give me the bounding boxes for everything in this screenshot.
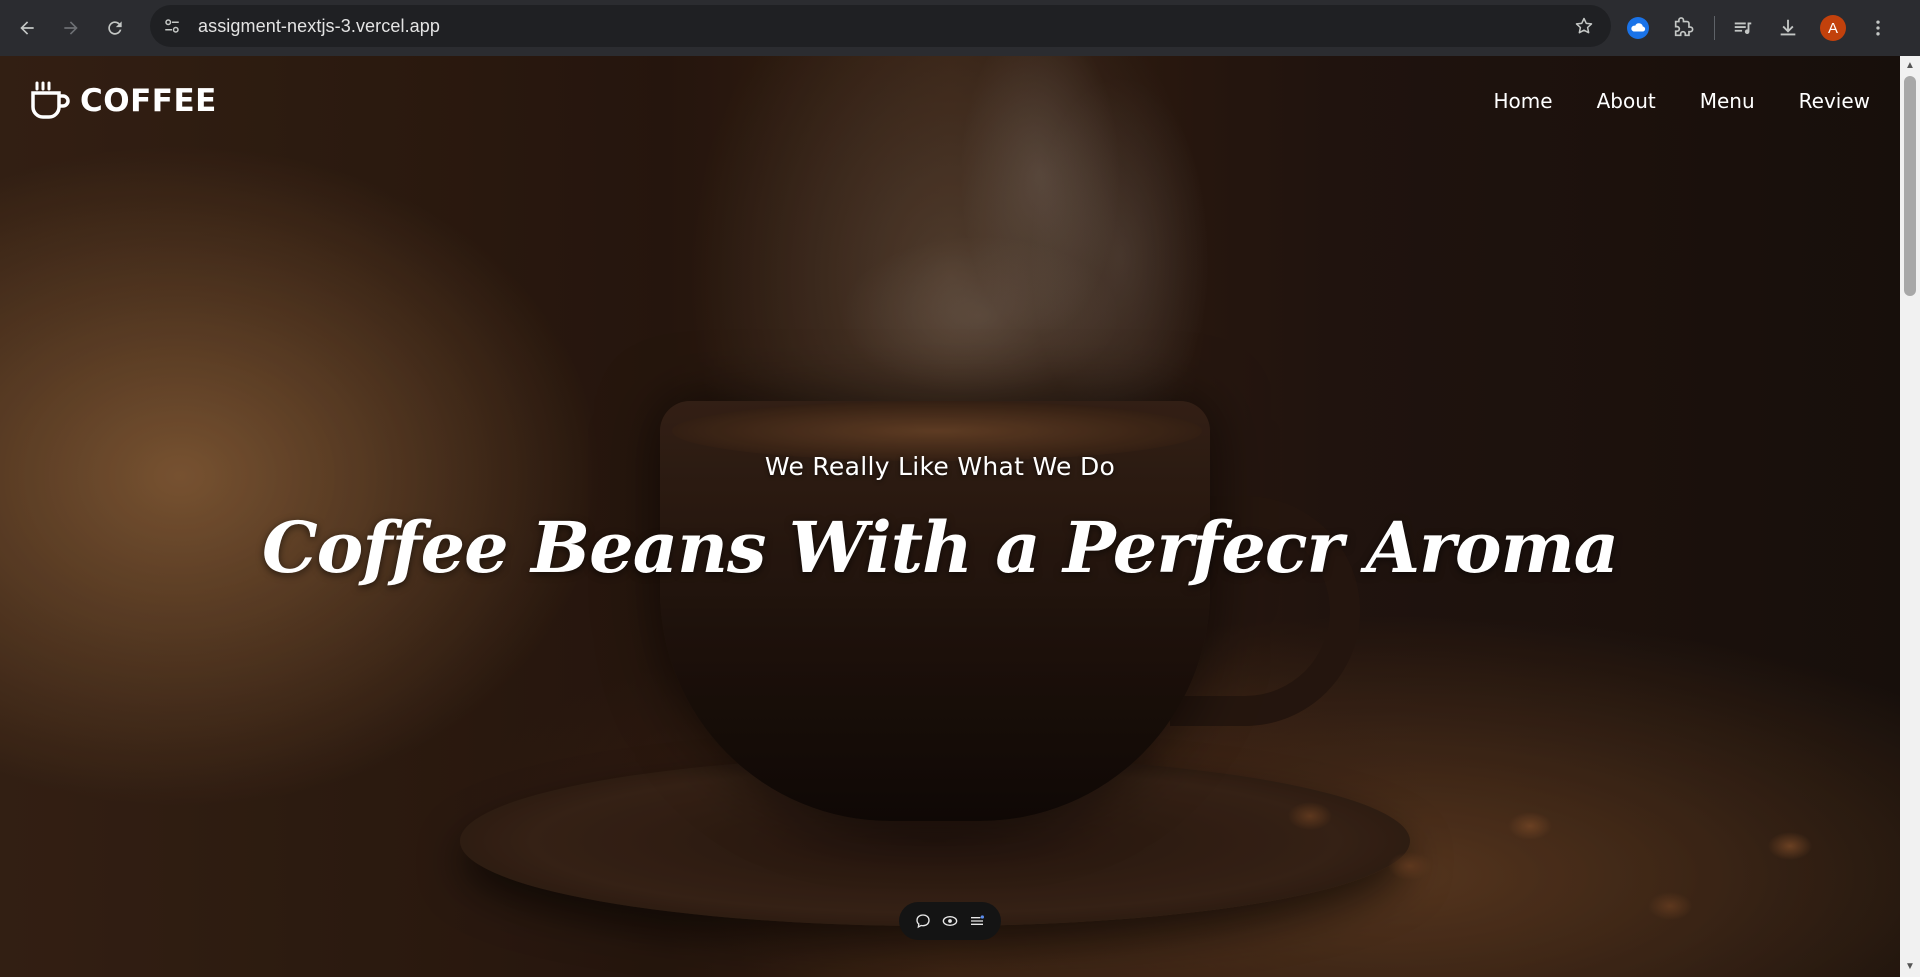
comment-button[interactable]	[912, 910, 934, 932]
downloads-button[interactable]	[1770, 10, 1806, 46]
eye-icon	[942, 916, 958, 926]
cloud-upload-icon	[1627, 17, 1649, 39]
toolbar-divider	[1714, 16, 1715, 40]
comment-icon	[915, 914, 930, 929]
back-button[interactable]	[10, 11, 44, 45]
tune-icon	[165, 19, 179, 33]
floating-toolbar	[899, 902, 1001, 940]
preview-button[interactable]	[939, 910, 961, 932]
site-header: COFFEE Home About Menu Review	[0, 56, 1900, 146]
reload-button[interactable]	[98, 11, 132, 45]
star-icon	[1575, 17, 1593, 34]
list-menu-icon	[971, 915, 985, 925]
kebab-menu-icon	[1876, 20, 1880, 36]
scroll-down-arrow-icon[interactable]: ▼	[1904, 961, 1916, 973]
page-scrollbar[interactable]: ▲ ▼	[1900, 56, 1920, 977]
hero-title: Coffee Beans With a Perfecr Aroma	[261, 506, 1619, 589]
url-text[interactable]: assigment-nextjs-3.vercel.app	[198, 16, 440, 37]
logo-text: COFFEE	[80, 83, 217, 119]
menu-list-button[interactable]	[966, 910, 988, 932]
toolbar-actions: A	[1620, 0, 1905, 56]
site-logo[interactable]: COFFEE	[30, 81, 217, 121]
page-viewport: COFFEE Home About Menu Review We Really …	[0, 56, 1900, 977]
nav-link-about[interactable]: About	[1597, 89, 1656, 113]
scroll-up-arrow-icon[interactable]: ▲	[1904, 60, 1916, 72]
cloud-extension-button[interactable]	[1620, 10, 1656, 46]
download-icon	[1780, 19, 1796, 36]
puzzle-icon	[1674, 17, 1694, 37]
avatar: A	[1820, 15, 1846, 41]
profile-button[interactable]: A	[1815, 10, 1851, 46]
address-bar[interactable]: assigment-nextjs-3.vercel.app	[150, 5, 1611, 47]
reload-icon	[108, 21, 122, 35]
nav-link-menu[interactable]: Menu	[1700, 89, 1755, 113]
media-queue-icon	[1734, 22, 1752, 35]
media-controls-button[interactable]	[1725, 10, 1761, 46]
nav-link-review[interactable]: Review	[1799, 89, 1870, 113]
bookmark-button[interactable]	[1571, 13, 1597, 39]
arrow-left-icon	[20, 21, 34, 35]
arrow-right-icon	[64, 21, 78, 35]
hero-subtitle: We Really Like What We Do	[764, 452, 1116, 481]
nav-link-home[interactable]: Home	[1494, 89, 1553, 113]
scrollbar-thumb[interactable]	[1904, 76, 1916, 296]
site-info-button[interactable]	[156, 10, 188, 42]
forward-button[interactable]	[54, 11, 88, 45]
main-nav: Home About Menu Review	[1450, 89, 1870, 113]
browser-menu-button[interactable]	[1860, 10, 1896, 46]
browser-toolbar: assigment-nextjs-3.vercel.app A	[0, 0, 1920, 56]
extensions-button[interactable]	[1665, 10, 1701, 46]
coffee-cup-icon	[31, 81, 70, 119]
